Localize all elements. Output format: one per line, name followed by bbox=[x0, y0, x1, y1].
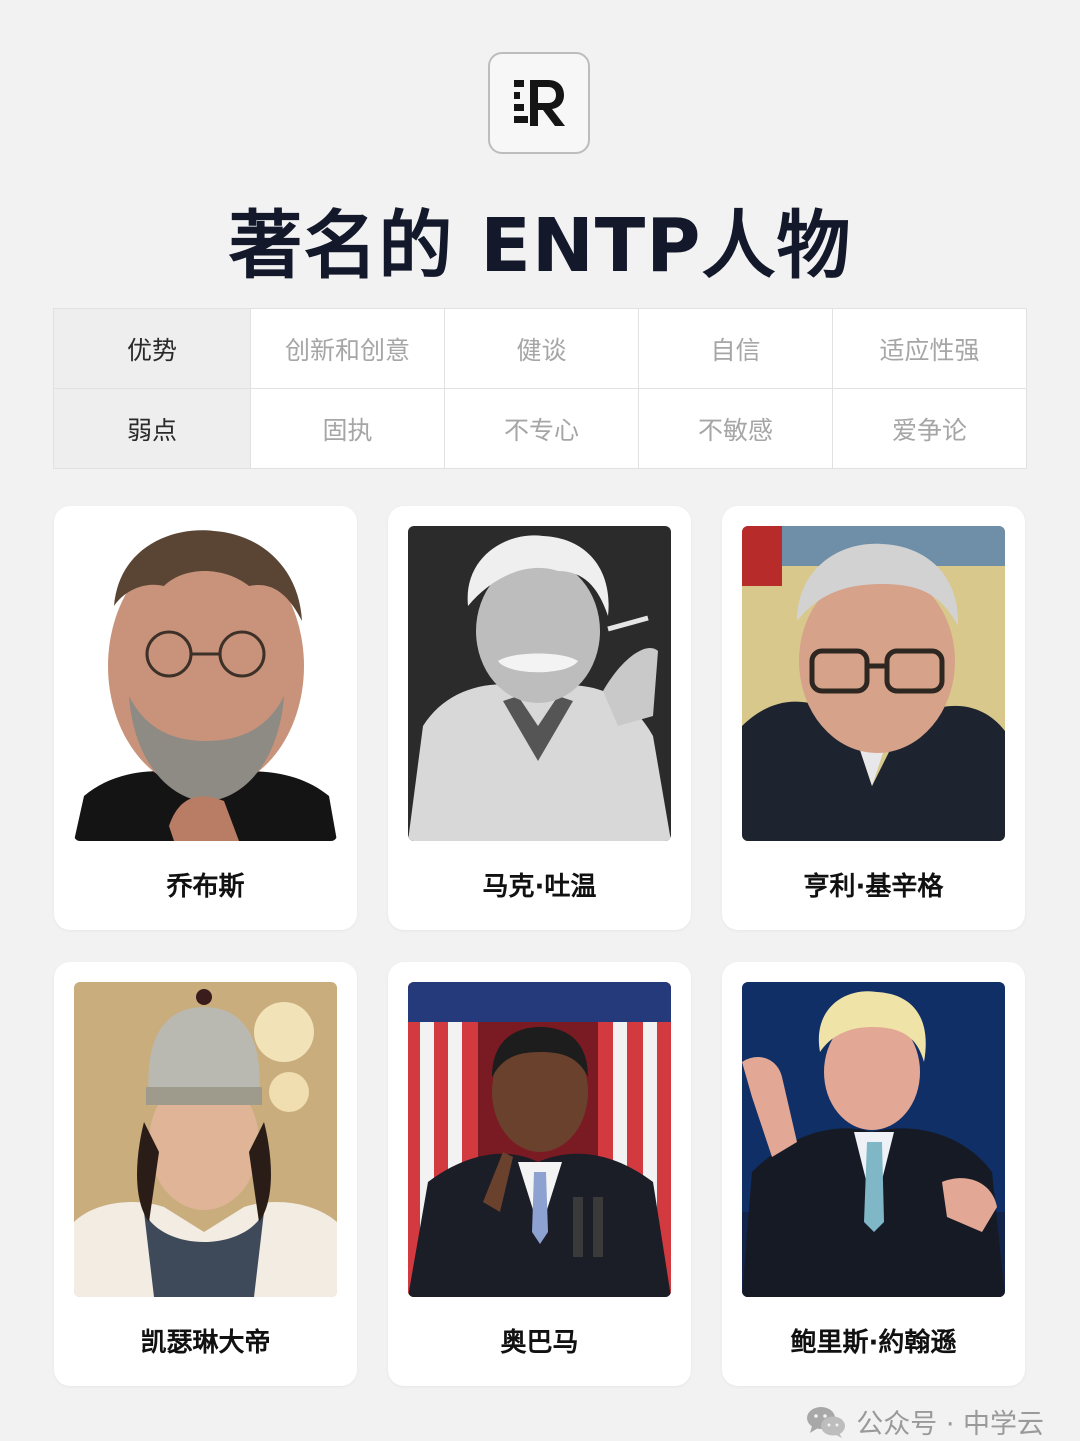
weaknesses-row: 弱点 固执 不专心 不敏感 爱争论 bbox=[53, 388, 1027, 469]
portrait-photo bbox=[742, 982, 1005, 1297]
person-name: 亨利·基辛格 bbox=[803, 872, 944, 902]
person-card[interactable]: 凯瑟琳大帝 bbox=[54, 962, 357, 1386]
portrait-photo bbox=[742, 526, 1005, 841]
trait-cell: 固执 bbox=[250, 388, 445, 469]
person-name: 乔布斯 bbox=[166, 872, 245, 902]
person-card[interactable]: 亨利·基辛格 bbox=[722, 506, 1025, 930]
footer-watermark: 公众号 · 中学云 bbox=[806, 1402, 1044, 1441]
brand-logo bbox=[488, 52, 590, 154]
portrait-photo bbox=[408, 982, 671, 1297]
portrait-photo bbox=[74, 526, 337, 841]
person-name: 凯瑟琳大帝 bbox=[140, 1328, 271, 1358]
footer-text: 公众号 · 中学云 bbox=[856, 1409, 1044, 1440]
person-name: 鲍里斯·約翰遜 bbox=[790, 1328, 957, 1358]
trait-cell: 不敏感 bbox=[638, 388, 833, 469]
strengths-row: 优势 创新和创意 健谈 自信 适应性强 bbox=[53, 308, 1027, 389]
trait-cell: 自信 bbox=[638, 308, 833, 389]
page-title: 著名的 ENTP人物 bbox=[228, 203, 852, 289]
trait-cell: 创新和创意 bbox=[250, 308, 445, 389]
wechat-icon bbox=[807, 1406, 846, 1438]
trait-cell: 适应性强 bbox=[832, 308, 1027, 389]
person-name: 奥巴马 bbox=[500, 1328, 579, 1358]
portrait-photo bbox=[408, 526, 671, 841]
row-label: 弱点 bbox=[53, 388, 251, 469]
person-card[interactable]: 乔布斯 bbox=[54, 506, 357, 930]
person-card[interactable]: 鲍里斯·約翰遜 bbox=[722, 962, 1025, 1386]
trait-cell: 不专心 bbox=[444, 388, 639, 469]
person-name: 马克·吐温 bbox=[482, 872, 597, 902]
row-label: 优势 bbox=[53, 308, 251, 389]
traits-table: 优势 创新和创意 健谈 自信 适应性强 弱点 固执 不专心 不敏感 爱争论 bbox=[53, 308, 1027, 469]
person-card[interactable]: 奥巴马 bbox=[388, 962, 691, 1386]
brand-r-logo-icon bbox=[514, 80, 565, 126]
portrait-photo bbox=[74, 982, 337, 1297]
trait-cell: 健谈 bbox=[444, 308, 639, 389]
person-card[interactable]: 马克·吐温 bbox=[388, 506, 691, 930]
trait-cell: 爱争论 bbox=[832, 388, 1027, 469]
